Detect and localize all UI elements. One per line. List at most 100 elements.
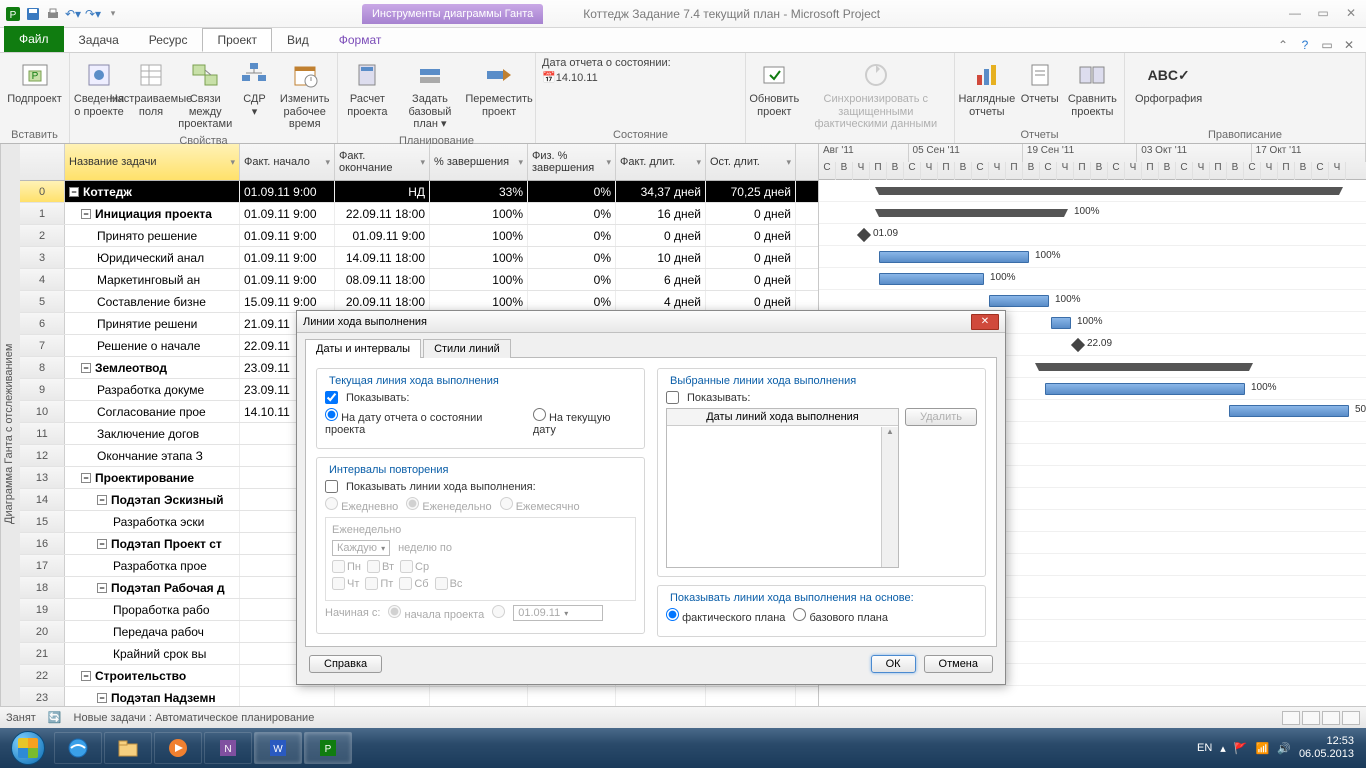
change-time-button[interactable]: Изменить рабочее время xyxy=(278,57,331,133)
hdr-name[interactable]: Название задачи▾ xyxy=(65,144,240,180)
ie-taskbar-icon[interactable] xyxy=(54,732,102,764)
tab-task[interactable]: Задача xyxy=(64,28,134,52)
help-button[interactable]: Справка xyxy=(309,655,382,673)
volume-icon[interactable]: 🔊 xyxy=(1277,742,1291,755)
visual-reports-button[interactable]: Наглядные отчеты xyxy=(961,57,1013,120)
collapse-icon[interactable]: − xyxy=(97,693,107,703)
spelling-button[interactable]: ABC✓Орфография xyxy=(1131,57,1206,108)
window-close-icon[interactable]: ✕ xyxy=(1340,38,1358,52)
listview-scrollbar[interactable]: ▲ xyxy=(881,427,898,567)
move-button[interactable]: Переместить проект xyxy=(469,57,529,120)
tray-date[interactable]: 06.05.2013 xyxy=(1299,748,1354,761)
calc-button[interactable]: Расчет проекта xyxy=(344,57,391,120)
excel-taskbar-icon[interactable]: N xyxy=(204,732,252,764)
task-bar[interactable] xyxy=(1045,383,1245,395)
table-row[interactable]: 23−Подэтап Надземн xyxy=(20,687,818,706)
undo-icon[interactable]: ↶▾ xyxy=(64,5,82,23)
collapse-icon[interactable]: − xyxy=(69,187,79,197)
refresh-icon[interactable]: 🔄 xyxy=(48,711,62,724)
view-side-label[interactable]: Диаграмма Ганта с отслеживанием xyxy=(0,144,20,724)
collapse-icon[interactable]: − xyxy=(97,583,107,593)
hdr-end[interactable]: Факт. окончание▾ xyxy=(335,144,430,180)
hdr-idx[interactable] xyxy=(20,144,65,180)
word-taskbar-icon[interactable]: W xyxy=(254,732,302,764)
qat-dropdown-icon[interactable]: ▾ xyxy=(104,5,122,23)
show-current-checkbox[interactable] xyxy=(325,391,338,404)
table-row[interactable]: 2Принято решение01.09.11 9:0001.09.11 9:… xyxy=(20,225,818,247)
dialog-close-icon[interactable]: ✕ xyxy=(971,314,999,330)
view-shortcuts[interactable] xyxy=(1282,711,1360,725)
tray-chevron-icon[interactable]: ▴ xyxy=(1220,742,1226,755)
table-row[interactable]: 4Маркетинговый ан01.09.11 9:0008.09.11 1… xyxy=(20,269,818,291)
reports-button[interactable]: Отчеты xyxy=(1019,57,1061,108)
ok-button[interactable]: ОК xyxy=(871,655,916,673)
milestone-marker[interactable] xyxy=(857,228,871,242)
tab-project[interactable]: Проект xyxy=(202,28,272,52)
subproject-button[interactable]: PПодпроект xyxy=(6,57,63,108)
project-taskbar-icon[interactable]: P xyxy=(304,732,352,764)
summary-bar[interactable] xyxy=(1039,363,1249,371)
tab-format[interactable]: Формат xyxy=(324,28,397,52)
tray-time[interactable]: 12:53 xyxy=(1299,735,1354,748)
close-icon[interactable]: ✕ xyxy=(1340,6,1362,22)
hdr-start[interactable]: Факт. начало▾ xyxy=(240,144,335,180)
collapse-icon[interactable]: − xyxy=(97,495,107,505)
table-row[interactable]: 0−Коттедж01.09.11 9:00НД33%0%34,37 дней7… xyxy=(20,181,818,203)
custom-fields-button[interactable]: Настраиваемые поля xyxy=(128,57,174,120)
summary-bar[interactable] xyxy=(879,209,1064,217)
ribbon-minimize-icon[interactable]: ⌃ xyxy=(1274,38,1292,52)
status-date-field[interactable]: 📅14.10.11 xyxy=(542,71,598,84)
dialog-titlebar[interactable]: Линии хода выполнения ✕ xyxy=(297,311,1005,333)
dates-listview[interactable]: Даты линий хода выполнения ▲ xyxy=(666,408,899,568)
task-bar[interactable] xyxy=(989,295,1049,307)
tab-styles[interactable]: Стили линий xyxy=(423,339,511,358)
links-button[interactable]: Связи между проектами xyxy=(180,57,230,133)
baseline-radio[interactable] xyxy=(793,608,806,621)
task-bar[interactable] xyxy=(1229,405,1349,417)
cancel-button[interactable]: Отмена xyxy=(924,655,993,673)
redo-icon[interactable]: ↷▾ xyxy=(84,5,102,23)
collapse-icon[interactable]: − xyxy=(97,539,107,549)
summary-bar[interactable] xyxy=(879,187,1339,195)
update-button[interactable]: Обновить проект xyxy=(751,57,798,120)
table-row[interactable]: 1−Инициация проекта01.09.11 9:0022.09.11… xyxy=(20,203,818,225)
collapse-icon[interactable]: − xyxy=(81,209,91,219)
hdr-dur[interactable]: Факт. длит.▾ xyxy=(616,144,706,180)
hdr-pct[interactable]: % завершения▾ xyxy=(430,144,528,180)
start-button[interactable] xyxy=(4,730,52,766)
media-taskbar-icon[interactable] xyxy=(154,732,202,764)
show-intervals-checkbox[interactable] xyxy=(325,480,338,493)
hdr-phys[interactable]: Физ. % завершения▾ xyxy=(528,144,616,180)
actual-radio[interactable] xyxy=(666,608,679,621)
network-icon[interactable]: 📶 xyxy=(1256,742,1270,755)
window-restore-icon[interactable]: ▭ xyxy=(1318,38,1336,52)
explorer-taskbar-icon[interactable] xyxy=(104,732,152,764)
milestone-marker[interactable] xyxy=(1071,338,1085,352)
task-bar[interactable] xyxy=(879,251,1029,263)
restore-icon[interactable]: ▭ xyxy=(1312,6,1334,22)
collapse-icon[interactable]: − xyxy=(81,363,91,373)
hdr-rem[interactable]: Ост. длит.▾ xyxy=(706,144,796,180)
print-icon[interactable] xyxy=(44,5,62,23)
help-icon[interactable]: ? xyxy=(1296,38,1314,52)
collapse-icon[interactable]: − xyxy=(81,671,91,681)
tab-file[interactable]: Файл xyxy=(4,26,64,52)
tab-view[interactable]: Вид xyxy=(272,28,324,52)
table-row[interactable]: 3Юридический анал01.09.11 9:0014.09.11 1… xyxy=(20,247,818,269)
lang-indicator[interactable]: EN xyxy=(1197,742,1212,754)
collapse-icon[interactable]: − xyxy=(81,473,91,483)
at-current-radio[interactable] xyxy=(533,408,546,421)
flag-icon[interactable]: 🚩 xyxy=(1234,742,1248,755)
system-tray[interactable]: EN ▴ 🚩 📶 🔊 12:53 06.05.2013 xyxy=(1197,735,1362,761)
wbs-button[interactable]: СДР ▾ xyxy=(236,57,272,120)
show-selected-checkbox[interactable] xyxy=(666,391,679,404)
minimize-icon[interactable]: — xyxy=(1284,6,1306,22)
tab-resource[interactable]: Ресурс xyxy=(134,28,203,52)
task-bar[interactable] xyxy=(879,273,984,285)
task-bar[interactable] xyxy=(1051,317,1071,329)
baseline-button[interactable]: Задать базовый план ▾ xyxy=(397,57,463,133)
save-icon[interactable] xyxy=(24,5,42,23)
tab-dates[interactable]: Даты и интервалы xyxy=(305,339,421,358)
at-status-radio[interactable] xyxy=(325,408,338,421)
compare-button[interactable]: Сравнить проекты xyxy=(1067,57,1118,120)
